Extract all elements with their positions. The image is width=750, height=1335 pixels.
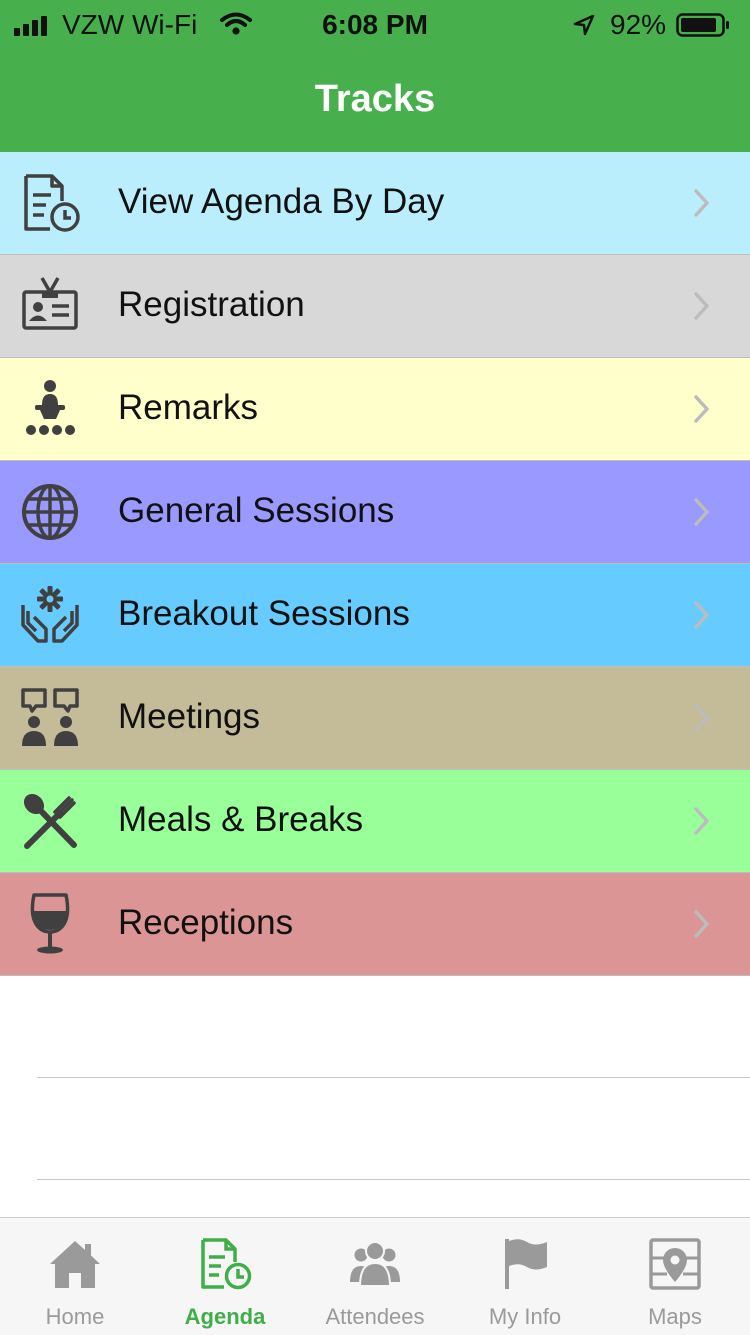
battery-icon: [676, 13, 729, 37]
agenda-clock-icon: [24, 174, 80, 232]
tab-label: Maps: [648, 1304, 702, 1329]
chevron-right-icon: [694, 807, 709, 835]
track-label: Receptions: [118, 903, 294, 942]
globe-icon: [22, 484, 78, 540]
track-row-remarks[interactable]: Remarks: [0, 358, 750, 461]
chevron-right-icon: [694, 395, 709, 423]
flag-icon: [505, 1239, 547, 1289]
track-label: Registration: [118, 285, 305, 324]
wine-glass-icon: [30, 893, 70, 954]
speaker-podium-icon: [26, 380, 75, 435]
track-row-general-sessions[interactable]: General Sessions: [0, 461, 750, 564]
meeting-people-icon: [21, 688, 79, 746]
tab-home[interactable]: Home: [0, 1218, 150, 1335]
track-label: View Agenda By Day: [118, 182, 445, 221]
home-icon: [50, 1241, 100, 1288]
tab-attendees[interactable]: Attendees: [300, 1218, 450, 1335]
track-row-receptions[interactable]: Receptions: [0, 873, 750, 976]
chevron-right-icon: [694, 910, 709, 938]
hands-gear-icon: [21, 586, 79, 643]
track-label: General Sessions: [118, 491, 395, 530]
track-row-meals-and-breaks[interactable]: Meals & Breaks: [0, 770, 750, 873]
battery-percent: 92%: [610, 9, 667, 40]
top-bar: VZW Wi-Fi 6:08 PM 92% Tracks: [0, 0, 750, 152]
agenda-clock-icon: [201, 1238, 252, 1290]
chevron-right-icon: [694, 601, 709, 629]
empty-row: [0, 976, 750, 1078]
track-label: Breakout Sessions: [118, 594, 410, 633]
tab-label: Agenda: [184, 1304, 266, 1329]
track-label: Meals & Breaks: [118, 800, 364, 839]
location-arrow-icon: [573, 14, 595, 36]
track-row-meetings[interactable]: Meetings: [0, 667, 750, 770]
map-pin-icon: [649, 1238, 701, 1290]
tab-label: My Info: [488, 1304, 562, 1329]
chevron-right-icon: [694, 292, 709, 320]
status-bar: VZW Wi-Fi 6:08 PM 92%: [0, 0, 750, 50]
tab-agenda[interactable]: Agenda: [150, 1218, 300, 1335]
track-row-registration[interactable]: Registration: [0, 255, 750, 358]
chevron-right-icon: [694, 498, 709, 526]
chevron-right-icon: [694, 704, 709, 732]
track-list: View Agenda By Day Registration Remarks …: [0, 152, 750, 1180]
empty-row: [0, 1078, 750, 1180]
tab-label: Home: [45, 1304, 105, 1329]
tab-bar: Home Agenda Attendees My Info Maps: [0, 1217, 750, 1335]
utensils-icon: [23, 793, 77, 849]
page-title: Tracks: [314, 78, 436, 120]
tab-label: Attendees: [325, 1304, 425, 1329]
row-divider: [37, 1179, 750, 1180]
track-row-view-agenda-by-day[interactable]: View Agenda By Day: [0, 152, 750, 255]
tab-my-info[interactable]: My Info: [450, 1218, 600, 1335]
id-badge-icon: [22, 277, 78, 330]
track-label: Remarks: [118, 388, 259, 427]
track-row-breakout-sessions[interactable]: Breakout Sessions: [0, 564, 750, 667]
tab-maps[interactable]: Maps: [600, 1218, 750, 1335]
chevron-right-icon: [694, 189, 709, 217]
people-icon: [350, 1241, 400, 1287]
track-label: Meetings: [118, 697, 261, 736]
